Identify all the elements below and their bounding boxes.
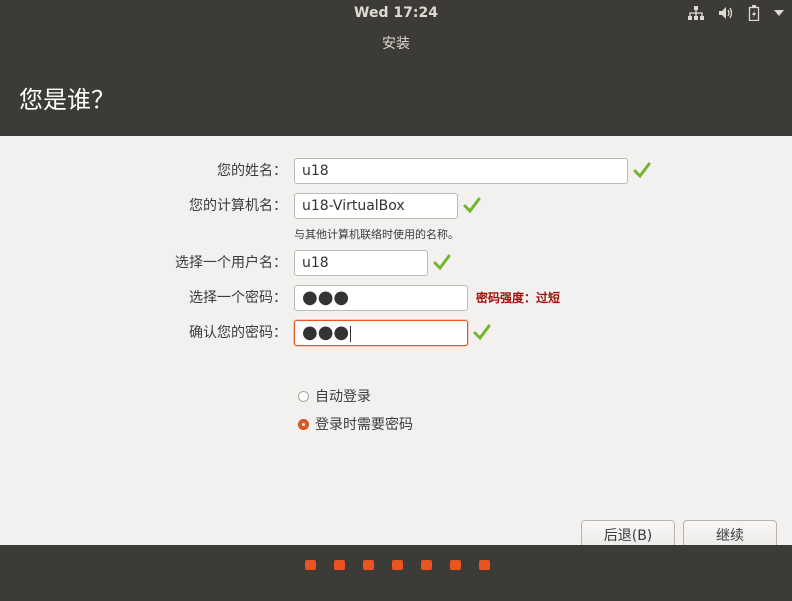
password-label: 选择一个密码：	[189, 290, 287, 306]
require-password-label: 登录时需要密码	[315, 417, 413, 433]
progress-step	[450, 560, 461, 570]
username-valid-check-icon	[433, 254, 451, 271]
auto-login-label: 自动登录	[315, 389, 371, 405]
system-tray[interactable]	[688, 5, 784, 21]
form-panel: 您的姓名： u18 您的计算机名： u18-VirtualBox 与其他计算机联…	[0, 136, 792, 552]
clock[interactable]: Wed 17:24	[0, 5, 792, 21]
username-label: 选择一个用户名：	[175, 255, 287, 271]
page-heading: 您是谁？	[19, 86, 115, 114]
progress-steps	[305, 560, 490, 570]
battery-icon[interactable]	[748, 5, 760, 21]
progress-step	[392, 560, 403, 570]
window-title: 安装	[382, 36, 410, 52]
progress-step	[421, 560, 432, 570]
username-field[interactable]: u18	[294, 250, 428, 276]
system-menu-arrow-icon[interactable]	[774, 10, 784, 16]
top-panel: Wed 17:24	[0, 0, 792, 28]
confirm-password-field[interactable]: ●●●	[294, 320, 468, 346]
password-masked-value: ●●●	[302, 287, 350, 308]
text-cursor	[350, 326, 352, 342]
password-strength-label: 密码强度：过短	[476, 291, 561, 305]
name-label: 您的姓名：	[217, 163, 287, 179]
progress-step	[363, 560, 374, 570]
computer-name-hint: 与其他计算机联络时使用的名称。	[294, 228, 459, 241]
network-icon[interactable]	[688, 6, 704, 20]
confirm-password-valid-check-icon	[473, 324, 491, 341]
volume-icon[interactable]	[718, 6, 734, 20]
require-password-radio[interactable]	[298, 418, 309, 430]
computer-name-label: 您的计算机名：	[189, 198, 287, 214]
progress-step	[305, 560, 316, 570]
installer-footer	[0, 545, 792, 601]
computer-name-valid-check-icon	[463, 197, 481, 214]
auto-login-option[interactable]: 自动登录	[298, 386, 371, 406]
password-field[interactable]: ●●●	[294, 285, 468, 311]
progress-step	[479, 560, 490, 570]
installer-window: 安装 您是谁？ 您的姓名： u18 您的计算机名： u18-VirtualBox…	[0, 28, 792, 601]
computer-name-field[interactable]: u18-VirtualBox	[294, 193, 458, 219]
name-field[interactable]: u18	[294, 158, 628, 184]
auto-login-radio[interactable]	[298, 390, 309, 402]
confirm-password-label: 确认您的密码：	[189, 325, 287, 341]
name-valid-check-icon	[633, 162, 651, 179]
confirm-password-masked-value: ●●●	[302, 322, 350, 343]
require-password-option[interactable]: 登录时需要密码	[298, 414, 413, 434]
progress-step	[334, 560, 345, 570]
